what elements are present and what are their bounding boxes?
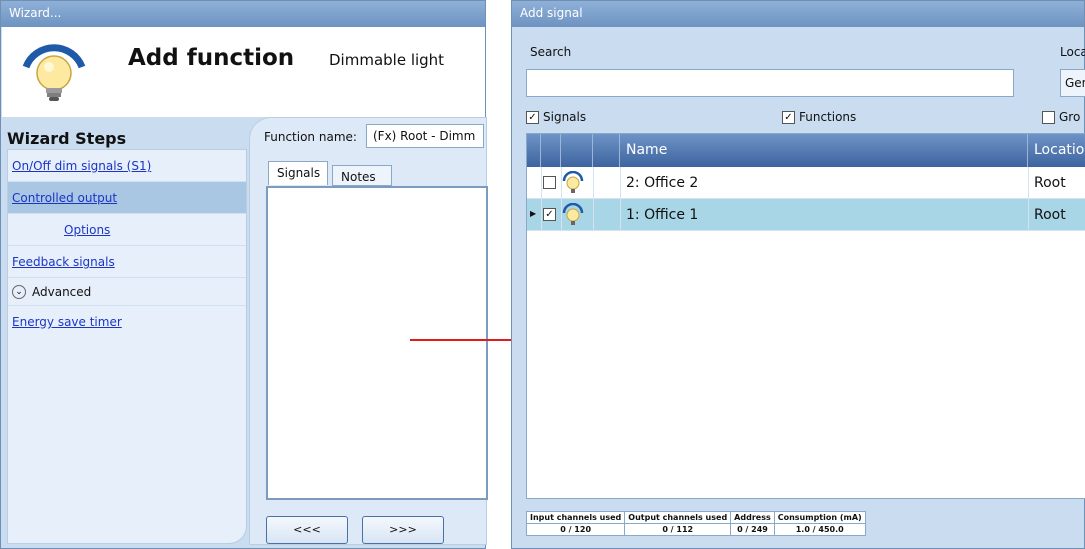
checkbox-checked-icon: ✓ <box>782 110 795 124</box>
step-energy-save-timer[interactable]: Energy save timer <box>8 306 246 338</box>
wizard-steps-title: Wizard Steps <box>7 129 127 148</box>
next-button[interactable]: >>> <box>362 516 444 544</box>
resource-usage-table: Input channels used Output channels used… <box>525 511 866 536</box>
status-value-address: 0 / 249 <box>730 523 775 536</box>
advanced-label: Advanced <box>32 284 92 299</box>
advanced-toggle[interactable]: ⌄ Advanced <box>8 278 246 306</box>
lightbulb-icon <box>562 203 584 225</box>
add-signal-window: Add signal Search Loca Ger ✓ Signals ✓ F… <box>511 0 1085 549</box>
status-header-address: Address <box>730 511 775 524</box>
signals-grid: Name Location 2: Office 2 Root ▶ ✓ 1: Of… <box>526 133 1085 499</box>
grid-divider <box>561 167 562 231</box>
signals-filter-label: Signals <box>543 110 587 124</box>
function-name-field[interactable]: (Fx) Root - Dimm <box>366 124 484 148</box>
row-location: Root <box>1034 207 1066 223</box>
row-name: 2: Office 2 <box>626 175 699 191</box>
search-label: Search <box>530 45 572 59</box>
table-row[interactable]: 2: Office 2 Root <box>527 167 1085 199</box>
previous-button[interactable]: <<< <box>266 516 348 544</box>
grid-divider <box>1028 167 1029 231</box>
page-title: Add function <box>128 45 295 71</box>
status-header-output: Output channels used <box>624 511 732 524</box>
row-pointer-icon: ▶ <box>530 209 537 218</box>
row-checkbox[interactable] <box>543 176 556 189</box>
chevron-down-icon: ⌄ <box>12 284 26 299</box>
row-checkbox[interactable]: ✓ <box>543 208 556 221</box>
header-checkbox-col <box>541 134 561 167</box>
header-location[interactable]: Location <box>1028 134 1085 167</box>
grid-divider <box>620 167 621 231</box>
wizard-window: Wizard... Add function Dimmable light Wi… <box>0 0 488 549</box>
add-signal-titlebar: Add signal <box>512 1 1084 27</box>
header-spacer-col <box>593 134 620 167</box>
groups-filter-label: Gro <box>1059 110 1081 124</box>
functions-filter-label: Functions <box>799 110 857 124</box>
wizard-header: Add function Dimmable light <box>2 27 485 117</box>
signals-filter-checkbox[interactable]: ✓ Signals <box>526 110 586 124</box>
grid-divider <box>593 167 594 231</box>
header-spacer <box>527 134 541 167</box>
row-location: Root <box>1034 175 1066 191</box>
tab-signals[interactable]: Signals <box>268 161 328 185</box>
status-header-consumption: Consumption (mA) <box>773 511 866 524</box>
step-options[interactable]: Options <box>8 214 246 246</box>
lightbulb-icon <box>562 171 584 193</box>
function-panel: Function name: (Fx) Root - Dimm Signals … <box>249 117 488 545</box>
step-controlled-output[interactable]: Controlled output <box>8 182 246 214</box>
lightbulb-icon <box>22 44 86 101</box>
grid-header: Name Location <box>527 134 1085 167</box>
checkbox-unchecked-icon <box>1042 110 1055 124</box>
grid-divider <box>541 167 542 231</box>
step-feedback-signals[interactable]: Feedback signals <box>8 246 246 278</box>
location-label: Loca <box>1060 45 1085 59</box>
function-name-label: Function name: <box>264 130 357 144</box>
location-dropdown[interactable]: Ger <box>1060 69 1085 97</box>
status-header-input: Input channels used <box>525 511 626 524</box>
groups-filter-checkbox[interactable]: Gro <box>1042 110 1080 124</box>
status-value-consumption: 1.0 / 450.0 <box>773 523 866 536</box>
row-name: 1: Office 1 <box>626 207 699 223</box>
checkbox-checked-icon: ✓ <box>526 110 539 124</box>
tab-notes[interactable]: Notes <box>332 165 392 186</box>
status-value-input: 0 / 120 <box>525 523 626 536</box>
wizard-titlebar: Wizard... <box>1 1 485 27</box>
search-input[interactable] <box>526 69 1014 97</box>
function-type: Dimmable light <box>329 51 445 69</box>
status-value-output: 0 / 112 <box>624 523 732 536</box>
wizard-steps-list: On/Off dim signals (S1) Controlled outpu… <box>7 149 247 544</box>
header-icon-col <box>561 134 593 167</box>
header-name[interactable]: Name <box>620 134 1028 167</box>
step-onoff-dim-signals[interactable]: On/Off dim signals (S1) <box>8 150 246 182</box>
table-row-selected[interactable]: ▶ ✓ 1: Office 1 Root <box>527 199 1085 231</box>
functions-filter-checkbox[interactable]: ✓ Functions <box>782 110 856 124</box>
